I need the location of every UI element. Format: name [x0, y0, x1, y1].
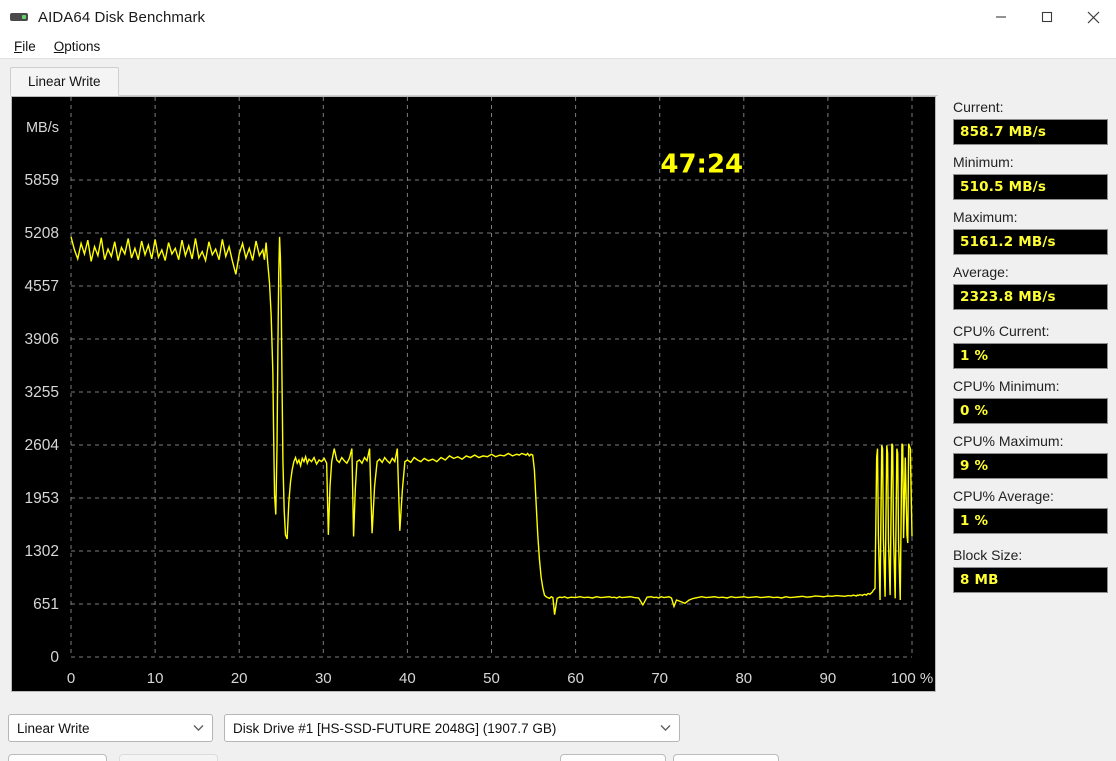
chart-background	[12, 97, 935, 691]
x-tick-label: 30	[315, 670, 332, 687]
x-tick-label: 40	[399, 670, 416, 687]
x-tick-label: 60	[567, 670, 584, 687]
stat-average-label: Average:	[953, 264, 1009, 280]
menu-file[interactable]: File	[5, 36, 45, 57]
stat-cpu-maximum: CPU% Maximum: 9 %	[953, 433, 1108, 479]
x-tick-label: 100 %	[891, 670, 934, 687]
stat-cpu-minimum-value: 0 %	[953, 398, 1108, 424]
benchmark-chart: 0 651 1302 1953 2604 3255 3906 4557 5208 5859 MB/s…	[12, 97, 935, 691]
close-icon[interactable]	[1070, 0, 1116, 34]
y-tick-label: 2604	[25, 437, 60, 454]
x-tick-label: 10	[147, 670, 164, 687]
chevron-down-icon	[193, 725, 204, 732]
y-tick-label: 0	[50, 649, 59, 666]
x-tick-label: 90	[820, 670, 837, 687]
clear-button[interactable]: Clear	[673, 754, 779, 761]
benchmark-chart-panel: 0 651 1302 1953 2604 3255 3906 4557 5208 5859 MB/s…	[11, 96, 936, 692]
drive-value: Disk Drive #1 [HS-SSD-FUTURE 2048G] (190…	[233, 720, 557, 736]
y-tick-label: 651	[33, 596, 59, 613]
stat-block-size: Block Size: 8 MB	[953, 547, 1108, 593]
stat-cpu-average: CPU% Average: 1 %	[953, 488, 1108, 534]
stat-cpu-current: CPU% Current: 1 %	[953, 323, 1108, 369]
stat-maximum-value: 5161.2 MB/s	[953, 229, 1108, 255]
stat-cpu-average-value: 1 %	[953, 508, 1108, 534]
menu-options-label-rest: ptions	[64, 38, 101, 54]
save-button[interactable]: Save	[560, 754, 666, 761]
title-bar: AIDA64 Disk Benchmark	[0, 0, 1116, 34]
stop-button[interactable]: Stop	[119, 754, 218, 761]
stat-current: Current: 858.7 MB/s	[953, 99, 1108, 145]
stat-cpu-current-value: 1 %	[953, 343, 1108, 369]
selector-row: Linear Write Disk Drive #1 [HS-SSD-FUTUR…	[8, 714, 680, 742]
stat-current-value: 858.7 MB/s	[953, 119, 1108, 145]
stat-cpu-current-label: CPU% Current:	[953, 323, 1050, 339]
stat-minimum-label: Minimum:	[953, 154, 1014, 170]
x-tick-label: 50	[483, 670, 500, 687]
window-body: Linear Write 0 651 1302 1953 2604 3255 3906 455…	[0, 59, 1116, 761]
menu-bar: File Options	[0, 34, 1116, 59]
stat-minimum-value: 510.5 MB/s	[953, 174, 1108, 200]
stat-maximum: Maximum: 5161.2 MB/s	[953, 209, 1108, 255]
start-button[interactable]: Start	[8, 754, 107, 761]
stat-cpu-maximum-value: 9 %	[953, 453, 1108, 479]
stat-cpu-maximum-label: CPU% Maximum:	[953, 433, 1064, 449]
x-tick-label: 80	[735, 670, 752, 687]
stat-cpu-minimum-label: CPU% Minimum:	[953, 378, 1060, 394]
maximize-icon[interactable]	[1024, 0, 1070, 34]
y-tick-label: 3906	[25, 331, 59, 348]
stat-average: Average: 2323.8 MB/s	[953, 264, 1108, 310]
menu-options[interactable]: Options	[45, 36, 110, 57]
x-tick-label: 20	[231, 670, 248, 687]
x-tick-label: 70	[651, 670, 668, 687]
test-type-value: Linear Write	[17, 720, 90, 736]
window-title: AIDA64 Disk Benchmark	[38, 8, 206, 26]
stat-average-value: 2323.8 MB/s	[953, 284, 1108, 310]
x-tick-label: 0	[67, 670, 75, 687]
y-tick-label: 5208	[25, 225, 59, 242]
tab-linear-write[interactable]: Linear Write	[10, 67, 119, 96]
stat-minimum: Minimum: 510.5 MB/s	[953, 154, 1108, 200]
stat-current-label: Current:	[953, 99, 1004, 115]
drive-select[interactable]: Disk Drive #1 [HS-SSD-FUTURE 2048G] (190…	[224, 714, 680, 742]
stat-block-size-label: Block Size:	[953, 547, 1023, 563]
stat-maximum-label: Maximum:	[953, 209, 1018, 225]
statistics-panel: Current: 858.7 MB/s Minimum: 510.5 MB/s Maxi…	[953, 99, 1108, 602]
chevron-down-icon	[660, 725, 671, 732]
y-tick-label: 3255	[25, 384, 59, 401]
action-button-row: Start Stop Save Clear	[8, 754, 788, 761]
minimize-icon[interactable]	[978, 0, 1024, 34]
stat-block-size-value: 8 MB	[953, 567, 1108, 593]
y-tick-label: 4557	[25, 278, 59, 295]
y-tick-label: 5859	[25, 172, 59, 189]
test-type-select[interactable]: Linear Write	[8, 714, 213, 742]
elapsed-timer: 47:24	[660, 150, 743, 180]
disk-drive-icon	[10, 8, 28, 26]
window-controls	[978, 0, 1116, 34]
tab-strip: Linear Write	[10, 67, 938, 96]
menu-file-label-rest: ile	[22, 38, 36, 54]
y-tick-label: 1953	[25, 490, 59, 507]
stat-cpu-average-label: CPU% Average:	[953, 488, 1054, 504]
tab-linear-write-label: Linear Write	[28, 74, 101, 89]
stat-cpu-minimum: CPU% Minimum: 0 %	[953, 378, 1108, 424]
aida64-disk-benchmark-window: AIDA64 Disk Benchmark File Options Linea…	[0, 0, 1116, 761]
y-tick-label: 1302	[25, 543, 59, 560]
y-axis-unit-label: MB/s	[26, 120, 59, 136]
